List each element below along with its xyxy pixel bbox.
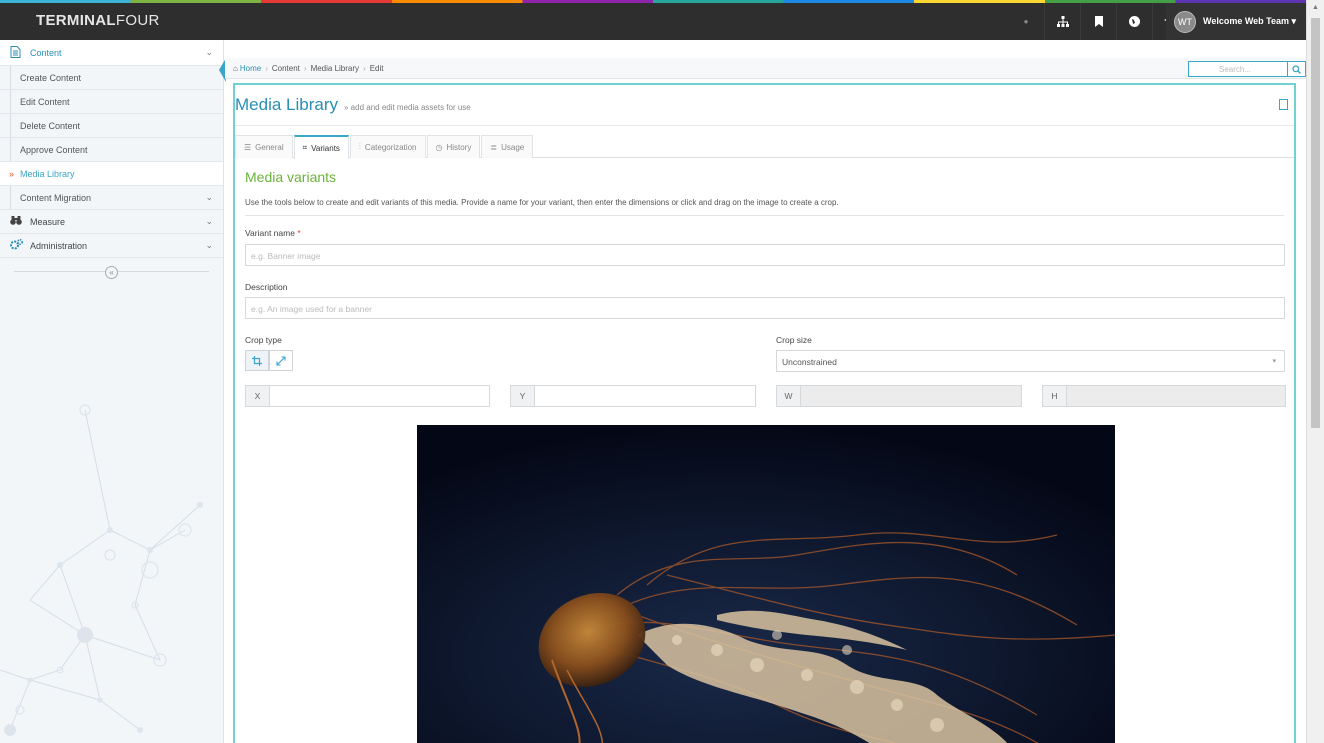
sidebar-collapse: « (0, 258, 223, 286)
sidebar-item-media-library[interactable]: » Media Library (0, 162, 223, 186)
jellyfish-image (417, 425, 1115, 743)
search-icon[interactable] (1287, 62, 1305, 76)
user-menu[interactable]: WT Welcome Web Team ▾ (1166, 3, 1306, 40)
active-arrow-icon: » (9, 168, 15, 179)
x-input-group: X (245, 385, 490, 407)
resize-mode-button[interactable] (269, 350, 293, 371)
status-dot-icon[interactable]: ● (1008, 3, 1044, 40)
user-name: Welcome Web Team ▾ (1203, 16, 1297, 26)
page-scrollbar[interactable]: ▲ (1306, 0, 1324, 743)
y-label: Y (511, 386, 535, 406)
sitemap-icon: ⫶ (358, 142, 361, 151)
sidebar-item-administration[interactable]: Administration ⌄ (0, 234, 223, 258)
sidebar-item-label: Content (30, 47, 62, 58)
top-navbar: TERMINALFOUR ● WT Welcome Web Team ▾ (0, 0, 1306, 40)
caret-down-icon: ▾ (1272, 358, 1276, 365)
cogs-icon (10, 239, 24, 252)
crop-type-group (245, 350, 293, 371)
x-input[interactable] (270, 386, 489, 406)
h-input (1067, 386, 1285, 406)
sitemap-icon[interactable] (1044, 3, 1080, 40)
sidebar-item-create-content[interactable]: Create Content (0, 66, 223, 90)
sidebar-item-content-migration[interactable]: Content Migration ⌄ (0, 186, 223, 210)
scrollbar-thumb[interactable] (1311, 18, 1320, 428)
h-label: H (1043, 386, 1067, 406)
page-subtitle: » add and edit media assets for use (344, 103, 471, 112)
variant-name-input[interactable]: e.g. Banner image (245, 244, 1285, 266)
w-input (801, 386, 1021, 406)
document-icon (10, 45, 24, 60)
y-input[interactable] (535, 386, 755, 406)
description-label: Description (245, 282, 288, 292)
collapse-sidebar-icon[interactable]: « (105, 265, 118, 279)
crop-type-label: Crop type (245, 335, 282, 345)
chevron-down-icon: ⌄ (205, 216, 213, 226)
tab-usage[interactable]: ≣ Usage (481, 135, 534, 158)
sidebar: Content ⌄ Create Content Edit Content De… (0, 40, 224, 743)
breadcrumb: ⌂ Home › Content › Media Library › Edit (225, 58, 1306, 79)
bookmark-icon[interactable] (1080, 3, 1116, 40)
breadcrumb-edit: Edit (369, 63, 384, 73)
main-panel: Media Library» add and edit media assets… (233, 83, 1296, 743)
home-icon: ⌂ (233, 63, 238, 73)
avatar: WT (1174, 10, 1196, 33)
w-input-group: W (776, 385, 1022, 407)
sidebar-item-approve-content[interactable]: Approve Content (0, 138, 223, 162)
crop-mode-button[interactable] (245, 350, 269, 371)
description-input[interactable]: e.g. An image used for a banner (245, 297, 1285, 319)
sidebar-item-measure[interactable]: Measure ⌄ (0, 210, 223, 234)
h-input-group: H (1042, 385, 1286, 407)
chevron-down-icon: ⌄ (205, 47, 213, 57)
tab-history[interactable]: ◷ History (426, 135, 481, 158)
tab-bar: ☰ General ⌗ Variants ⫶ Categorization ◷ Hist… (235, 135, 1294, 159)
section-heading: Media variants (245, 169, 337, 185)
crop-size-select[interactable]: Unconstrained ▾ (776, 350, 1285, 372)
sidebar-item-edit-content[interactable]: Edit Content (0, 90, 223, 114)
crop-icon: ⌗ (302, 143, 308, 152)
variant-name-label: Variant name * (245, 228, 301, 238)
search-box: Search... (1188, 61, 1306, 77)
media-crop-canvas[interactable] (417, 425, 1115, 743)
scroll-up-icon[interactable]: ▲ (1312, 4, 1319, 11)
list-icon: ≣ (490, 142, 498, 152)
top-icons: ● (1008, 3, 1188, 40)
binoculars-icon (10, 216, 24, 227)
help-text: Use the tools below to create and edit v… (245, 198, 839, 207)
tab-general[interactable]: ☰ General (235, 135, 293, 158)
sliders-icon: ☰ (244, 142, 252, 152)
x-label: X (246, 386, 270, 406)
breadcrumb-home[interactable]: Home (240, 64, 261, 73)
chevron-down-icon: ⌄ (205, 192, 213, 202)
breadcrumb-media-library[interactable]: Media Library (311, 64, 359, 73)
w-label: W (777, 386, 801, 406)
sidebar-item-content[interactable]: Content ⌄ (0, 40, 223, 66)
tab-categorization[interactable]: ⫶ Categorization (349, 135, 426, 158)
y-input-group: Y (510, 385, 756, 407)
clock-icon: ◷ (435, 142, 443, 152)
tab-variants[interactable]: ⌗ Variants (293, 135, 349, 159)
globe-icon[interactable] (1116, 3, 1152, 40)
brand-logo[interactable]: TERMINALFOUR (36, 12, 160, 29)
page-title: Media Library» add and edit media assets… (235, 95, 471, 114)
bookmark-icon[interactable] (1279, 99, 1288, 110)
sidebar-item-delete-content[interactable]: Delete Content (0, 114, 223, 138)
search-input[interactable]: Search... (1189, 62, 1287, 76)
crop-size-label: Crop size (776, 335, 812, 345)
breadcrumb-content[interactable]: Content (272, 64, 300, 73)
chevron-down-icon: ⌄ (205, 240, 213, 250)
network-decoration (0, 404, 203, 736)
